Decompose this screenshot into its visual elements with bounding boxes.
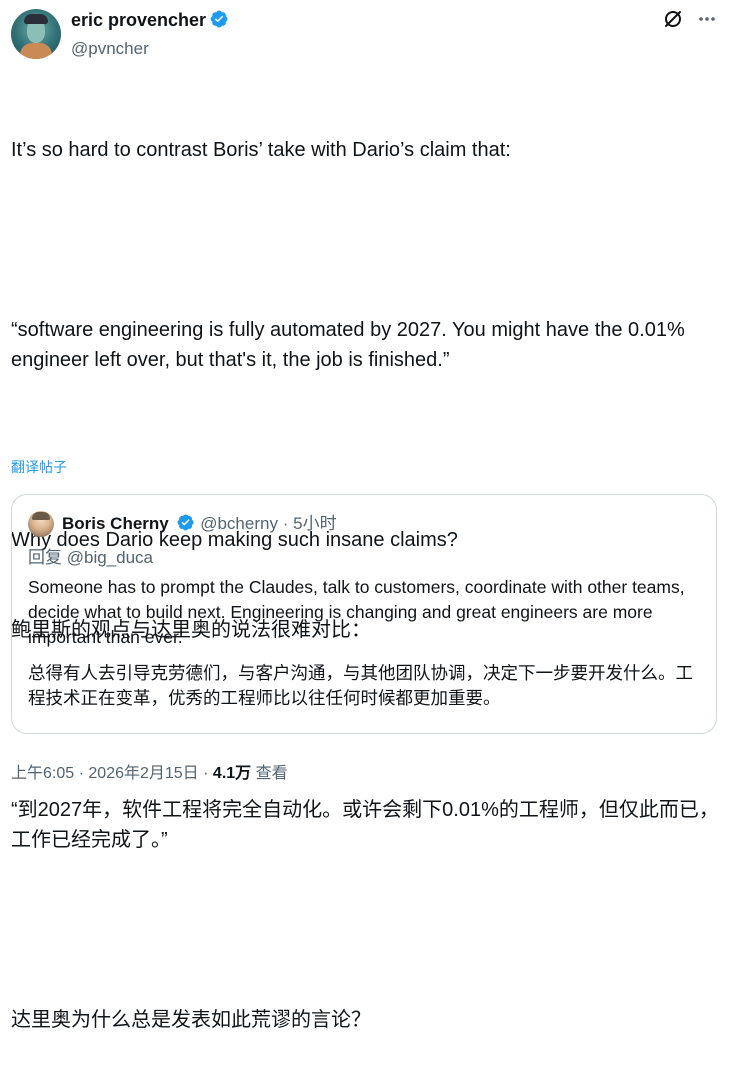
quote-text-en: Someone has to prompt the Claudes, talk … bbox=[28, 577, 685, 647]
quote-text-cn: 总得有人去引导克劳德们，与客户沟通，与其他团队协调，决定下一步要开发什么。工程技… bbox=[28, 663, 693, 708]
post-date[interactable]: 2026年2月15日 bbox=[88, 765, 198, 782]
quoted-tweet[interactable]: Boris Cherny @bcherny · 5小时 回复 @big_duca… bbox=[11, 494, 717, 734]
quote-author-avatar[interactable] bbox=[28, 511, 54, 537]
tweet-meta: 上午6:05 · 2026年2月15日 · 4.1万 查看 bbox=[11, 759, 288, 783]
reply-handle[interactable]: @big_duca bbox=[67, 548, 153, 567]
post-time[interactable]: 上午6:05 bbox=[11, 765, 74, 782]
tweet-text-cn-3: 达里奥为什么总是发表如此荒谬的言论？ bbox=[11, 1009, 371, 1031]
quote-author-name[interactable]: Boris Cherny bbox=[62, 514, 169, 533]
tweet-text-en-1: It’s so hard to contrast Boris’ take wit… bbox=[11, 139, 511, 161]
author-handle[interactable]: @pvncher bbox=[71, 39, 229, 59]
separator-dot: · bbox=[282, 514, 289, 533]
author-name[interactable]: eric provencher bbox=[71, 10, 206, 30]
reply-prefix: 回复 bbox=[28, 548, 62, 567]
grok-icon[interactable] bbox=[663, 9, 683, 29]
verified-badge-icon bbox=[209, 9, 229, 34]
view-label: 查看 bbox=[255, 765, 288, 782]
more-icon[interactable] bbox=[697, 9, 717, 29]
verified-badge-icon bbox=[176, 513, 195, 538]
quote-author-handle[interactable]: @bcherny bbox=[200, 514, 278, 533]
separator-dot: · bbox=[78, 765, 84, 782]
tweet-text-cn-2: “到2027年，软件工程将完全自动化。或许会剩下0.01%的工程师，但仅此而已，… bbox=[11, 799, 719, 851]
tweet-header: eric provencher @pvncher bbox=[11, 9, 721, 59]
translate-post-link[interactable]: 翻译帖子 bbox=[11, 457, 67, 477]
reply-context: 回复 @big_duca bbox=[28, 547, 153, 569]
author-avatar[interactable] bbox=[11, 9, 61, 59]
quote-timestamp[interactable]: 5小时 bbox=[293, 514, 336, 533]
separator-dot: · bbox=[203, 765, 209, 782]
view-count[interactable]: 4.1万 bbox=[213, 765, 251, 782]
author-info: eric provencher @pvncher bbox=[71, 9, 229, 59]
quote-header: Boris Cherny @bcherny · 5小时 bbox=[62, 513, 337, 538]
tweet-text-en-2: “software engineering is fully automated… bbox=[11, 319, 691, 371]
